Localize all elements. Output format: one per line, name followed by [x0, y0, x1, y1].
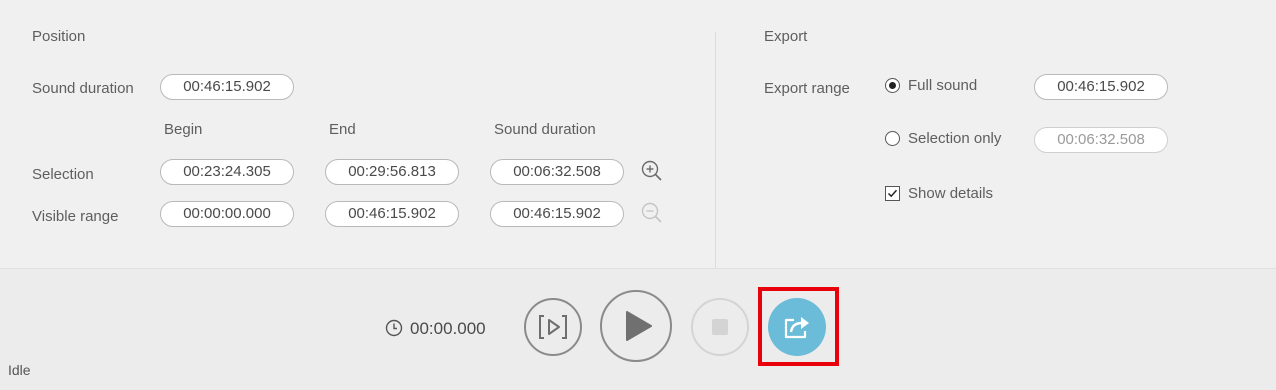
zoom-out-icon[interactable] [640, 201, 664, 225]
visible-range-end-field[interactable]: 00:46:15.902 [325, 201, 459, 227]
export-section-title: Export [764, 28, 808, 45]
stop-icon [712, 319, 728, 335]
checkmark-icon [887, 189, 898, 198]
selection-duration-field[interactable]: 00:06:32.508 [490, 159, 624, 185]
selection-only-radio[interactable] [885, 131, 900, 146]
full-sound-value-field: 00:46:15.902 [1034, 74, 1168, 100]
section-divider [715, 32, 716, 268]
full-sound-radio[interactable] [885, 78, 900, 93]
play-button[interactable] [600, 290, 672, 362]
play-selection-icon [539, 315, 567, 339]
duration-column-header: Sound duration [494, 121, 596, 138]
visible-range-label: Visible range [32, 208, 119, 225]
export-range-label: Export range [764, 80, 850, 97]
selection-label: Selection [32, 166, 94, 183]
visible-range-begin-field[interactable]: 00:00:00.000 [160, 201, 294, 227]
selection-begin-field[interactable]: 00:23:24.305 [160, 159, 294, 185]
sound-duration-label: Sound duration [32, 80, 134, 97]
selection-only-label[interactable]: Selection only [908, 130, 1001, 147]
show-details-checkbox[interactable] [885, 186, 900, 201]
show-details-label[interactable]: Show details [908, 185, 993, 202]
export-icon [784, 317, 809, 339]
playback-time: 00:00.000 [410, 319, 486, 338]
play-icon [626, 311, 652, 341]
play-selection-button[interactable] [524, 298, 582, 356]
sound-duration-field[interactable]: 00:46:15.902 [160, 74, 294, 100]
begin-column-header: Begin [164, 121, 203, 138]
export-button[interactable] [768, 298, 826, 356]
clock-icon [385, 319, 403, 337]
visible-range-duration-field[interactable]: 00:46:15.902 [490, 201, 624, 227]
stop-button[interactable] [691, 298, 749, 356]
zoom-in-icon[interactable] [640, 159, 664, 183]
position-section-title: Position [32, 28, 86, 45]
full-sound-label[interactable]: Full sound [908, 77, 977, 94]
selection-only-value-field: 00:06:32.508 [1034, 127, 1168, 153]
end-column-header: End [329, 121, 356, 138]
status-text: Idle [8, 362, 31, 378]
selection-end-field[interactable]: 00:29:56.813 [325, 159, 459, 185]
